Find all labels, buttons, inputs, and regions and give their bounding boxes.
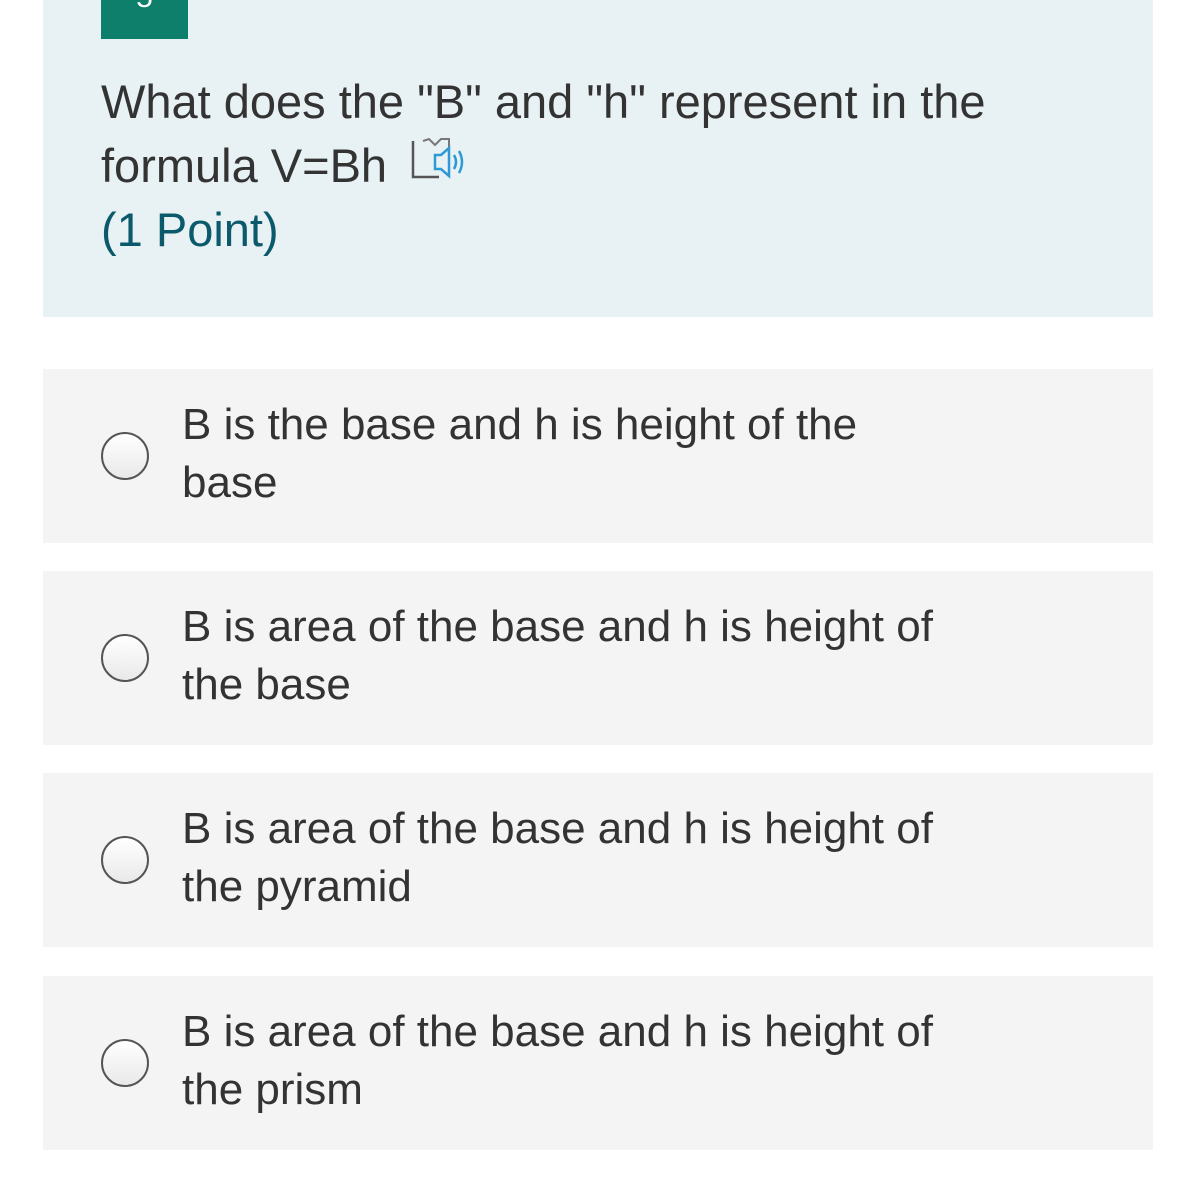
answer-option-2[interactable]: B is area of the base and h is height of… [43, 571, 1153, 745]
question-card: 5 What does the "B" and "h" represent in… [43, 0, 1153, 317]
answer-option-label: B is area of the base and h is height of… [182, 804, 933, 911]
answer-option-3[interactable]: B is area of the base and h is height of… [43, 773, 1153, 947]
radio-button[interactable] [101, 432, 149, 480]
answer-option-label: B is area of the base and h is height of… [182, 1007, 933, 1114]
immersive-reader-audio-icon[interactable] [409, 133, 469, 199]
answer-option-4[interactable]: B is area of the base and h is height of… [43, 976, 1153, 1150]
question-number-badge: 5 [101, 0, 188, 39]
answer-option-label: B is the base and h is height of the bas… [182, 400, 858, 507]
question-title: What does the "B" and "h" represent in t… [101, 70, 1101, 203]
radio-button[interactable] [101, 634, 149, 682]
radio-button[interactable] [101, 836, 149, 884]
answer-option-1[interactable]: B is the base and h is height of the bas… [43, 369, 1153, 543]
question-number: 5 [136, 0, 153, 14]
answer-option-label: B is area of the base and h is height of… [182, 602, 933, 709]
question-points: (1 Point) [101, 203, 279, 256]
question-text: What does the "B" and "h" represent in t… [101, 75, 986, 192]
radio-button[interactable] [101, 1039, 149, 1087]
